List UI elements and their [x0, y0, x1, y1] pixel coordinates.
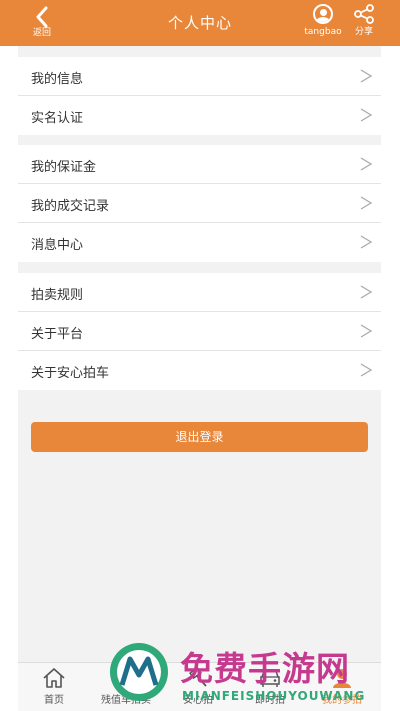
home-icon [43, 668, 65, 688]
menu-group-transactions: 我的保证金 我的成交记录 消息中心 [18, 145, 381, 262]
menu-group-account: 我的信息 实名认证 [18, 57, 381, 135]
tab-label: 安心拍 [183, 695, 213, 706]
share-button[interactable]: 分享 [347, 3, 381, 43]
menu-item-deposit[interactable]: 我的保证金 [18, 145, 381, 184]
page-title: 个人中心 [167, 14, 232, 32]
car-front-icon [260, 670, 280, 687]
user-icon [333, 669, 351, 688]
menu-item-messages[interactable]: 消息中心 [18, 223, 381, 262]
tab-instant-auction[interactable]: 即时拍 [234, 663, 306, 711]
menu-group-about: 拍卖规则 关于平台 关于安心拍车 [18, 273, 381, 390]
tab-label: 首页 [44, 695, 64, 706]
tab-label: 我的参拍 [322, 695, 362, 706]
content-area: 我的信息 实名认证 我的保证金 我的成交记录 消息中心 拍卖规则 关于平台 关于… [18, 46, 381, 662]
menu-item-deal-records[interactable]: 我的成交记录 [18, 184, 381, 223]
back-label: 返回 [32, 28, 51, 38]
chevron-right-icon [360, 324, 373, 338]
menu-item-verification[interactable]: 实名认证 [18, 96, 381, 135]
menu-item-label: 我的成交记录 [31, 199, 110, 214]
share-icon [354, 4, 374, 24]
menu-item-label: 关于安心拍车 [31, 366, 110, 381]
bottom-tab-bar: 首页 残值车拍卖 安心拍 即时拍 我的参拍 [18, 662, 381, 711]
chevron-right-icon [360, 363, 373, 377]
share-label: 分享 [354, 27, 373, 37]
tab-label: 残值车拍卖 [101, 695, 151, 706]
logout-button[interactable]: 退出登录 [31, 422, 368, 452]
tab-salvage-auction[interactable]: 残值车拍卖 [90, 663, 162, 711]
chevron-right-icon [360, 235, 373, 249]
tab-my-bids[interactable]: 我的参拍 [306, 663, 378, 711]
menu-item-label: 实名认证 [31, 111, 84, 126]
menu-item-about-app[interactable]: 关于安心拍车 [18, 351, 381, 390]
back-button[interactable]: 返回 [22, 2, 62, 44]
avatar-icon [313, 4, 333, 24]
menu-item-my-info[interactable]: 我的信息 [18, 57, 381, 96]
menu-item-label: 我的保证金 [31, 160, 97, 175]
tab-label: 即时拍 [255, 695, 285, 706]
chevron-right-icon [360, 285, 373, 299]
app-header: 返回 个人中心 tangbao 分享 [0, 0, 400, 46]
chevron-right-icon [360, 108, 373, 122]
back-arrow-icon [36, 6, 48, 28]
tab-home[interactable]: 首页 [18, 663, 90, 711]
chevron-right-icon [360, 196, 373, 210]
menu-item-label: 关于平台 [31, 327, 84, 342]
username-label: tangbao [304, 27, 342, 37]
chevron-right-icon [360, 157, 373, 171]
menu-item-label: 我的信息 [31, 72, 84, 87]
tab-anxin-auction[interactable]: 安心拍 [162, 663, 234, 711]
menu-item-auction-rules[interactable]: 拍卖规则 [18, 273, 381, 312]
chevron-right-icon [360, 69, 373, 83]
hammer-icon [189, 667, 207, 687]
menu-item-label: 拍卖规则 [31, 288, 84, 303]
car-icon [115, 672, 138, 688]
user-profile-button[interactable]: tangbao [301, 3, 345, 43]
menu-item-about-platform[interactable]: 关于平台 [18, 312, 381, 351]
menu-item-label: 消息中心 [31, 238, 84, 253]
